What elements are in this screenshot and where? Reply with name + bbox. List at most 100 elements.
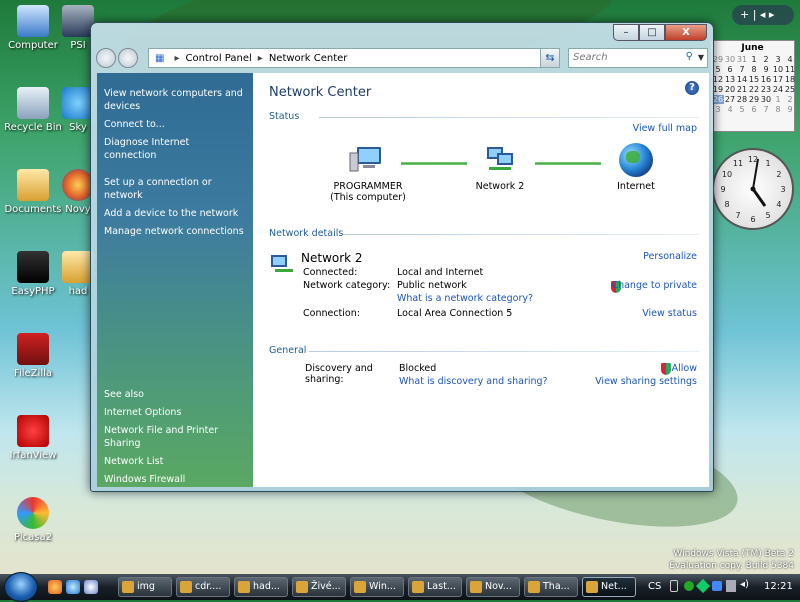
calendar-day[interactable]: 1: [748, 55, 760, 64]
calendar-day[interactable]: 7: [736, 65, 748, 74]
calendar-day[interactable]: 3: [772, 55, 784, 64]
change-to-private-link[interactable]: Change to private: [611, 280, 697, 291]
calendar-day[interactable]: 14: [736, 75, 748, 84]
firefox-quicklaunch-icon[interactable]: [48, 580, 62, 594]
calendar-day[interactable]: 13: [724, 75, 736, 84]
calendar-day[interactable]: 31: [736, 55, 748, 64]
maximize-button[interactable]: □: [639, 24, 665, 41]
calendar-day[interactable]: 8: [748, 65, 760, 74]
internet-globe-icon[interactable]: [619, 143, 653, 177]
language-indicator[interactable]: CS: [648, 581, 661, 592]
desktop-icon-recycle-bin[interactable]: Recycle Bin: [0, 87, 66, 133]
calendar-day[interactable]: 6: [724, 65, 736, 74]
help-icon[interactable]: ?: [685, 81, 699, 95]
calendar-day[interactable]: 8: [772, 105, 784, 114]
network-center-window[interactable]: – □ X ▦ ▸ Control Panel ▸ Network Center…: [90, 22, 714, 492]
calendar-day[interactable]: 4: [784, 55, 796, 64]
calendar-day[interactable]: 28: [736, 95, 748, 104]
search-icon[interactable]: ⚲: [686, 51, 693, 62]
media-quicklaunch-icon[interactable]: [84, 580, 98, 594]
ie-quicklaunch-icon[interactable]: [66, 580, 80, 594]
see-also-file-printer-sharing[interactable]: Network File and Printer Sharing: [104, 424, 249, 450]
see-also-windows-firewall[interactable]: Windows Firewall: [104, 473, 249, 486]
start-button[interactable]: [4, 572, 38, 602]
minimize-button[interactable]: –: [613, 24, 639, 41]
computer-icon[interactable]: [349, 145, 383, 173]
desktop-icon-computer[interactable]: Computer: [0, 5, 66, 51]
desktop-icon-easyphp[interactable]: EasyPHP: [0, 251, 66, 297]
calendar-day[interactable]: 30: [760, 95, 772, 104]
allow-link[interactable]: Allow: [672, 363, 697, 374]
breadcrumb-network-center[interactable]: Network Center: [269, 53, 348, 64]
close-button[interactable]: X: [665, 24, 707, 41]
desktop-icon-filezilla[interactable]: FileZilla: [0, 333, 66, 379]
desktop-icon-documents[interactable]: Documents: [0, 169, 66, 215]
refresh-button[interactable]: ⇆: [540, 48, 560, 68]
calendar-day[interactable]: 4: [724, 105, 736, 114]
calendar-day[interactable]: 16: [760, 75, 772, 84]
network-category-help-link[interactable]: What is a network category?: [397, 293, 533, 304]
task-add-device[interactable]: Add a device to the network: [104, 207, 244, 220]
calendar-day[interactable]: 17: [772, 75, 784, 84]
calendar-day[interactable]: 1: [772, 95, 784, 104]
taskbar-button[interactable]: cdr....: [176, 577, 230, 597]
calendar-day[interactable]: 27: [724, 95, 736, 104]
personalize-link[interactable]: Personalize: [643, 251, 697, 262]
calendar-gadget[interactable]: June 29 30 31 1 2 3 4 5 6 7 8 9 10 11 12 13 14 15 16 17 18 19…: [710, 40, 795, 132]
calendar-day[interactable]: 7: [760, 105, 772, 114]
network-icon[interactable]: [483, 145, 517, 173]
address-bar[interactable]: ▦ ▸ Control Panel ▸ Network Center ▼: [148, 48, 556, 68]
calendar-day[interactable]: 5: [736, 105, 748, 114]
power-icon[interactable]: [726, 580, 736, 592]
calendar-day[interactable]: 18: [784, 75, 796, 84]
calendar-day[interactable]: 9: [784, 105, 796, 114]
view-sharing-settings-link[interactable]: View sharing settings: [595, 376, 697, 387]
calendar-day[interactable]: 6: [748, 105, 760, 114]
desktop-icon-irfanview[interactable]: IrfanView: [0, 415, 66, 461]
task-manage-connections[interactable]: Manage network connections: [104, 225, 244, 238]
task-connect-to[interactable]: Connect to...: [104, 118, 244, 131]
taskbar-button[interactable]: Živé...: [292, 577, 346, 597]
calendar-day[interactable]: 22: [748, 85, 760, 94]
see-also-internet-options[interactable]: Internet Options: [104, 406, 249, 419]
taskbar-button[interactable]: img: [118, 577, 172, 597]
taskbar-button[interactable]: Win...: [350, 577, 404, 597]
calendar-day[interactable]: 10: [772, 65, 784, 74]
see-also-network-list[interactable]: Network List: [104, 455, 249, 468]
calendar-day[interactable]: 23: [760, 85, 772, 94]
calendar-day[interactable]: 25: [784, 85, 796, 94]
task-setup-connection[interactable]: Set up a connection or network: [104, 176, 244, 202]
task-diagnose-internet[interactable]: Diagnose Internet connection: [104, 136, 244, 162]
calendar-day[interactable]: 20: [724, 85, 736, 94]
program-tray-icon[interactable]: [695, 578, 711, 594]
calendar-day[interactable]: 24: [772, 85, 784, 94]
taskbar-button[interactable]: Tha...: [524, 577, 578, 597]
taskbar-button[interactable]: Last...: [408, 577, 462, 597]
calendar-day[interactable]: 11: [784, 65, 796, 74]
calendar-day[interactable]: 2: [760, 55, 772, 64]
back-button[interactable]: [96, 48, 116, 68]
search-input[interactable]: Search ⚲ ▼: [568, 48, 708, 68]
calendar-day[interactable]: 29: [748, 95, 760, 104]
taskbar-button[interactable]: had...: [234, 577, 288, 597]
security-icon[interactable]: [684, 581, 694, 591]
calendar-day[interactable]: 15: [748, 75, 760, 84]
calendar-day[interactable]: 9: [760, 65, 772, 74]
sidebar-gadget-controls[interactable]: + | ◂ ▸: [732, 5, 794, 25]
task-view-network-computers[interactable]: View network computers and devices: [104, 87, 244, 113]
breadcrumb-control-panel[interactable]: Control Panel: [185, 53, 251, 64]
desktop-icon-picasa[interactable]: Picasa2: [0, 497, 66, 543]
view-full-map-link[interactable]: View full map: [633, 123, 697, 134]
clock-time[interactable]: 12:21: [764, 581, 793, 592]
volume-icon[interactable]: ◂): [740, 579, 749, 590]
chevron-down-icon[interactable]: ▼: [698, 53, 704, 62]
discovery-sharing-help-link[interactable]: What is discovery and sharing?: [399, 376, 548, 387]
taskbar-button[interactable]: Net...: [582, 577, 636, 597]
network-tray-icon[interactable]: [712, 581, 722, 591]
usb-icon[interactable]: [670, 580, 678, 592]
forward-button[interactable]: [118, 48, 138, 68]
calendar-day[interactable]: 30: [724, 55, 736, 64]
taskbar-button[interactable]: Nov...: [466, 577, 520, 597]
calendar-day[interactable]: 2: [784, 95, 796, 104]
calendar-day[interactable]: 21: [736, 85, 748, 94]
